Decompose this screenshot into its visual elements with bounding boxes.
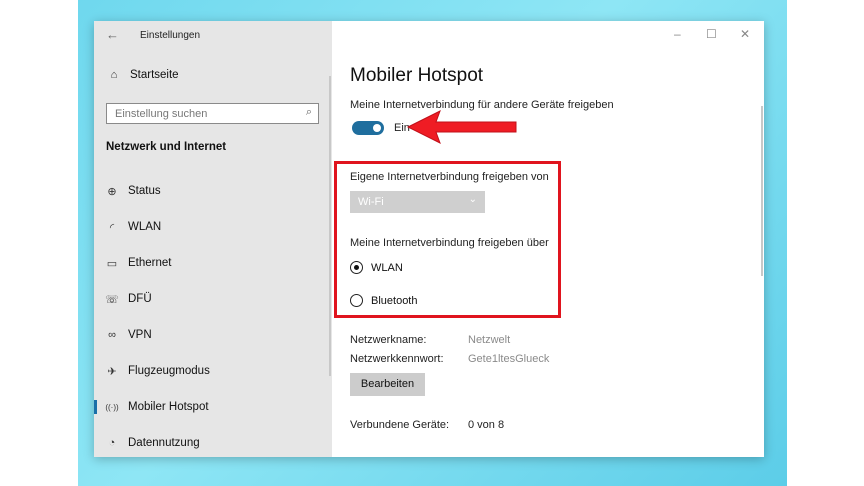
settings-window: ← Einstellungen ⌂ Startseite Einstellung… [94, 21, 764, 457]
home-icon: ⌂ [110, 69, 118, 81]
sidebar-item-label: Ethernet [128, 257, 172, 269]
sidebar-item-datennutzung[interactable]: ◔ Datennutzung [94, 432, 332, 454]
network-password-value: Gete1ltesGlueck [468, 353, 550, 365]
sidebar-item-label: Status [128, 185, 161, 197]
main-scrollbar[interactable] [761, 106, 763, 276]
sidebar-item-flugzeugmodus[interactable]: ✈ Flugzeugmodus [94, 360, 332, 382]
sidebar-item-label: Mobiler Hotspot [128, 401, 209, 413]
globe-status-icon: ⊕ [107, 185, 117, 198]
radio-button[interactable] [350, 294, 363, 307]
sidebar-item-vpn[interactable]: ∞ VPN [94, 324, 332, 346]
sidebar-item-status[interactable]: ⊕ Status [94, 180, 332, 202]
wifi-icon: ◜ [109, 221, 115, 234]
search-icon: ⌕ [305, 106, 312, 118]
nav-home[interactable]: ⌂ Startseite [106, 69, 179, 81]
dialup-icon: ☏ [105, 293, 119, 306]
title-bar: ← Einstellungen [94, 21, 332, 49]
sidebar-item-label: VPN [128, 329, 152, 341]
connected-devices-value: 0 von 8 [468, 419, 505, 431]
red-arrow-annotation [406, 109, 517, 145]
radio-label: WLAN [371, 261, 403, 274]
network-name-value: Netzwelt [468, 334, 511, 346]
sidebar-item-label: DFÜ [128, 293, 152, 305]
back-arrow-icon[interactable]: ← [106, 27, 119, 42]
sidebar-item-label: Datennutzung [128, 437, 200, 449]
network-password-label: Netzwerkkennwort: [350, 353, 444, 365]
radio-wlan[interactable]: WLAN [350, 261, 403, 274]
search-input[interactable]: Einstellung suchen ⌕ [106, 103, 319, 124]
sidebar-item-mobile-hotspot[interactable]: ((·)) Mobiler Hotspot [94, 396, 332, 418]
dropdown-value: Wi-Fi [358, 196, 384, 208]
page-title: Mobiler Hotspot [350, 65, 484, 86]
nav-home-label: Startseite [130, 69, 179, 81]
ethernet-icon: ▭ [106, 257, 118, 270]
radio-button-selected[interactable] [350, 261, 363, 274]
sidebar-item-wlan[interactable]: ◜ WLAN [94, 216, 332, 238]
main-content: Mobiler Hotspot Meine Internetverbindung… [332, 21, 764, 457]
section-title: Netzwerk und Internet [106, 141, 227, 153]
network-name-label: Netzwerkname: [350, 334, 427, 346]
hotspot-icon: ((·)) [105, 402, 119, 412]
vpn-icon: ∞ [108, 329, 116, 341]
share-from-dropdown[interactable]: Wi-Fi ⌄ [350, 191, 485, 213]
chevron-down-icon: ⌄ [468, 194, 477, 205]
connected-devices-label: Verbundene Geräte: [350, 419, 450, 431]
share-from-label: Eigene Internetverbindung freigeben von [350, 171, 549, 183]
sidebar-scrollbar[interactable] [329, 76, 331, 376]
hotspot-toggle[interactable] [352, 121, 384, 135]
data-usage-icon: ◔ [108, 437, 116, 449]
sidebar: ← Einstellungen ⌂ Startseite Einstellung… [94, 21, 332, 457]
edit-button[interactable]: Bearbeiten [350, 373, 425, 396]
toggle-knob [373, 124, 381, 132]
share-over-label: Meine Internetverbindung freigeben über [350, 237, 549, 249]
airplane-icon: ✈ [107, 365, 117, 378]
radio-label: Bluetooth [371, 294, 418, 307]
sidebar-item-label: Flugzeugmodus [128, 365, 210, 377]
sidebar-item-ethernet[interactable]: ▭ Ethernet [94, 252, 332, 274]
sidebar-item-dfu[interactable]: ☏ DFÜ [94, 288, 332, 310]
sidebar-item-label: WLAN [128, 221, 162, 233]
radio-bluetooth[interactable]: Bluetooth [350, 294, 417, 307]
app-title: Einstellungen [140, 30, 201, 41]
search-placeholder: Einstellung suchen [115, 108, 208, 120]
